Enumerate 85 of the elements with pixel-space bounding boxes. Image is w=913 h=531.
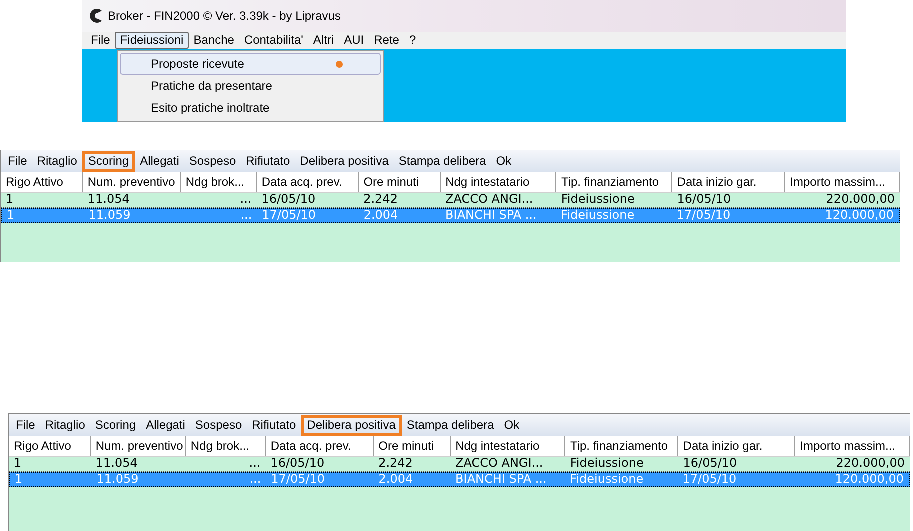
table-cell-text: 17/05/10 [682,473,738,486]
table-cell-text: ... [239,193,253,207]
table-cell-text: 120.000,00 [824,209,895,222]
table-cell-text: 11.059 [96,473,140,486]
menu-item[interactable]: Altri [308,32,340,49]
toolbar-item[interactable]: Ok [491,150,517,172]
column-header[interactable]: Ore minuti [358,172,441,192]
table-cell-text: 1 [13,457,23,471]
column-header[interactable]: Ndg intestatario [440,172,556,192]
column-header[interactable]: Ndg brok... [186,436,266,456]
dropdown-item[interactable]: Pratiche da presentare [120,75,381,97]
column-header[interactable]: Ndg brok... [180,172,257,192]
table-cell-text: 2.004 [362,209,400,222]
table-cell-text: 11.054 [94,457,139,471]
dropdown-item[interactable]: Proposte ricevute [120,53,381,75]
column-header[interactable]: Ore minuti [374,436,451,456]
table-cell-text: 120.000,00 [834,473,905,486]
table-cell-text: BIANCHI SPA ... [444,209,538,222]
table-cell-text: 16/05/10 [260,193,317,207]
toolbar-item[interactable]: Rifiutato [247,414,302,436]
menu-item[interactable]: Contabilita' [239,32,308,49]
toolbar-item[interactable]: Rifiutato [241,150,296,172]
column-header[interactable]: Data acq. prev. [266,436,374,456]
column-header[interactable]: Num. preventivo [82,172,181,192]
toolbar-item[interactable]: Allegati [135,150,184,172]
toolbar-item[interactable]: Sospeso [190,414,248,436]
toolbar-item[interactable]: Sospeso [184,150,242,172]
table-cell-text: 220.000,00 [835,457,906,471]
column-header[interactable]: Data inizio gar. [678,436,796,456]
table-cell-text: 220.000,00 [825,193,896,207]
table-cell-text: Fideiussione [560,209,636,222]
table-cell-text: 17/05/10 [676,209,732,222]
column-header[interactable]: Importo massim... [785,172,900,192]
table-cell-text: 1 [6,209,16,222]
menu-item[interactable]: File [86,32,116,49]
app-logo-icon [88,8,104,24]
toolbar-item[interactable]: Scoring [90,414,142,436]
dropdown-item[interactable]: Esito pratiche inoltrate [120,97,381,119]
toolbar-item[interactable]: Stampa delibera [394,150,492,172]
table-cell-text: 16/05/10 [682,457,738,471]
table-cell-text: 1 [5,193,15,207]
column-header[interactable]: Tip. finanziamento [556,172,672,192]
table-cell-text: Fideiussione [569,473,645,486]
table-cell-text: ... [240,209,254,222]
column-header[interactable]: Ndg intestatario [450,436,566,456]
table-cell-text: Fideiussione [560,193,636,207]
column-header[interactable]: Num. preventivo [90,436,186,456]
table-cell-text: ... [248,457,262,471]
table-cell-text: 2.242 [378,457,414,471]
window-title: Broker - FIN2000 © Ver. 3.39k - by Lipravus [108,8,341,25]
column-header[interactable]: Importo massim... [795,436,910,456]
menu-item[interactable]: ? [404,32,422,49]
toolbar-item[interactable]: Ok [499,414,525,436]
column-header[interactable]: Data acq. prev. [256,172,359,192]
menu-item[interactable]: Banche [188,32,240,49]
table-cell-text: Fideiussione [569,457,645,471]
toolbar-item[interactable]: Stampa delibera [402,414,500,436]
table-cell-text: 16/05/10 [676,193,732,207]
table-cell-text: 17/05/10 [270,473,326,486]
toolbar-item[interactable]: Ritaglio [32,150,82,172]
menu-item[interactable]: Rete [369,32,404,49]
table-cell-text: 11.059 [88,209,132,222]
table-cell-text: 16/05/10 [270,457,326,471]
column-header[interactable]: Rigo Attivo [9,436,91,456]
table-cell-text: 2.004 [378,473,414,486]
table-cell-text: BIANCHI SPA ... [454,473,548,486]
toolbar-item[interactable]: Delibera positiva [295,150,394,172]
column-header[interactable]: Tip. finanziamento [565,436,678,456]
column-header[interactable]: Data inizio gar. [672,172,786,192]
table-cell-text: 1 [14,473,24,486]
toolbar-item[interactable]: File [3,150,32,172]
table-cell-text: ZACCO ANGI... [454,457,544,471]
column-header[interactable]: Rigo Attivo [1,172,83,192]
toolbar-item[interactable]: Delibera positiva [301,414,402,436]
toolbar-item[interactable]: Allegati [141,414,190,436]
table-cell-text: ... [248,473,262,486]
table-cell-text: 11.054 [86,193,131,207]
toolbar-item[interactable]: Scoring [82,150,136,172]
toolbar-item[interactable]: File [11,414,40,436]
table-cell-text: 17/05/10 [261,209,318,222]
toolbar-item[interactable]: Ritaglio [40,414,90,436]
menu-item[interactable]: AUI [339,32,370,49]
table-cell-text: ZACCO ANGI... [444,193,534,207]
menu-item[interactable]: Fideiussioni [115,32,189,49]
table-cell-text: 2.242 [362,193,399,207]
